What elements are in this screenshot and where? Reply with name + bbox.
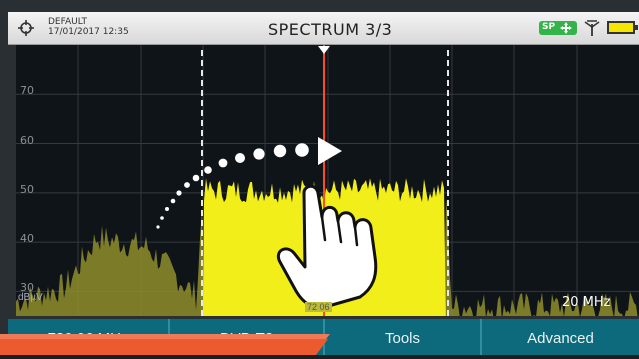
y-tick-label: 50 [20, 182, 34, 196]
highlight-banner [0, 334, 330, 355]
sp-label: SP [542, 22, 556, 32]
datetime: 17/01/2017 12:35 [48, 27, 129, 37]
analyzer-screen: DEFAULT 17/01/2017 12:35 SPECTRUM 3/3 SP [0, 0, 639, 355]
status-bar: DEFAULT 17/01/2017 12:35 SPECTRUM 3/3 SP [8, 12, 639, 45]
y-axis-unit: dBµV [18, 292, 43, 303]
y-tick-label: 70 [20, 84, 34, 98]
profile-info: DEFAULT 17/01/2017 12:35 [48, 17, 129, 37]
marker-frequency-readout: 72 06 [305, 302, 332, 312]
screen-title: SPECTRUM 3/3 [268, 20, 393, 39]
advanced-softkey[interactable]: Advanced [480, 319, 639, 355]
target-icon [18, 20, 34, 36]
span-label: 20 MHz [562, 295, 611, 310]
spectrum-canvas [16, 45, 639, 316]
profile-name: DEFAULT [48, 17, 87, 27]
battery-icon [607, 21, 638, 34]
sp-badge[interactable]: SP [539, 21, 577, 35]
y-tick-label: 60 [20, 133, 34, 147]
spectrum-plot[interactable]: 30 40 50 60 70 dBµV 72 06 20 MHz [16, 45, 639, 316]
tools-softkey[interactable]: Tools [323, 319, 480, 355]
antenna-icon [584, 20, 600, 36]
y-tick-label: 40 [20, 232, 34, 246]
move-icon [560, 22, 572, 34]
